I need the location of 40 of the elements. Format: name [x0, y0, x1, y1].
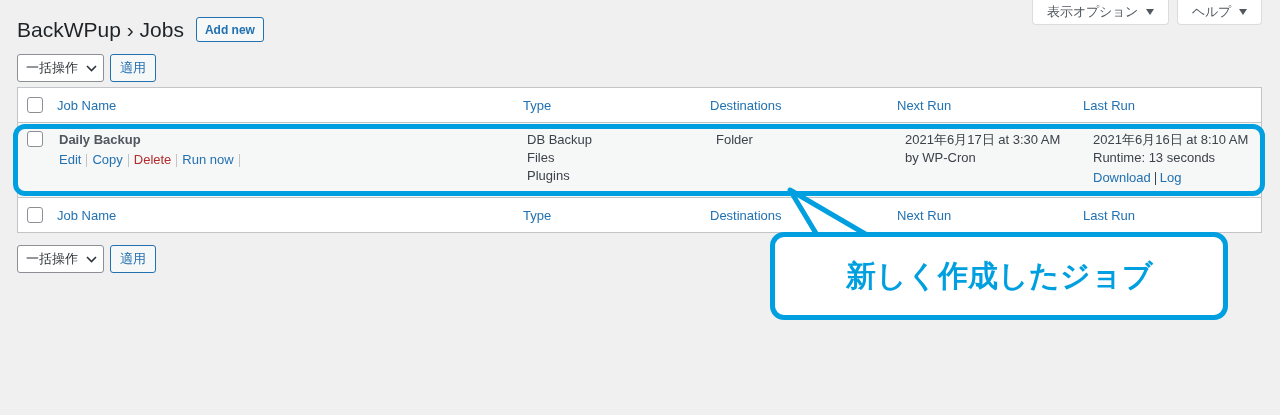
checkbox[interactable]: [27, 97, 43, 113]
bulk-actions-select[interactable]: 一括操作: [17, 245, 104, 273]
column-header[interactable]: Type: [523, 97, 552, 113]
checkbox[interactable]: [27, 131, 43, 147]
destination: Folder: [716, 131, 754, 149]
screen-tab[interactable]: ヘルプ: [1177, 0, 1262, 25]
bulk-actions-select[interactable]: 一括操作: [17, 54, 104, 82]
apply-button[interactable]: 適用: [110, 54, 156, 82]
job-type: DB Backup: [527, 131, 594, 149]
job-type: Files: [527, 149, 556, 167]
row-action-link[interactable]: Copy: [92, 151, 123, 169]
job-name: Daily Backup: [59, 131, 142, 149]
job-type: Plugins: [527, 167, 571, 185]
last-run-text: Runtime: 13 seconds: [1093, 149, 1217, 167]
column-header[interactable]: Last Run: [1083, 207, 1136, 223]
column-header[interactable]: Job Name: [57, 97, 117, 113]
log-link[interactable]: Log: [1159, 169, 1182, 187]
chevron-icon: [86, 64, 97, 72]
page-title: BackWPup › Jobs: [17, 17, 184, 42]
row-action-link[interactable]: Edit: [59, 151, 82, 169]
apply-button[interactable]: 適用: [110, 245, 156, 273]
log-link[interactable]: Download: [1093, 169, 1151, 187]
column-header[interactable]: Destinations: [710, 207, 782, 223]
chevron-icon: [86, 255, 97, 263]
column-header[interactable]: Destinations: [710, 97, 782, 113]
add-new-button[interactable]: Add new: [195, 17, 264, 42]
checkbox[interactable]: [27, 207, 43, 223]
delete-link[interactable]: Delete: [133, 151, 172, 169]
caret-icon: [1146, 9, 1154, 15]
column-header[interactable]: Type: [523, 207, 552, 223]
next-run: 2021年6月17日 at 3:30 AM by WP-Cron: [905, 131, 1062, 167]
column-header[interactable]: Next Run: [897, 207, 952, 223]
column-header[interactable]: Next Run: [897, 97, 952, 113]
callout-text: 新しく作成したジョブ: [845, 256, 1153, 295]
column-header[interactable]: Job Name: [57, 207, 117, 223]
column-header[interactable]: Last Run: [1083, 97, 1136, 113]
caret-icon: [1239, 9, 1247, 15]
screen-tab[interactable]: 表示オプション: [1032, 0, 1169, 25]
row-action-link[interactable]: Run now: [182, 151, 234, 169]
last-run-text: 2021年6月16日 at 8:10 AM: [1093, 131, 1250, 149]
